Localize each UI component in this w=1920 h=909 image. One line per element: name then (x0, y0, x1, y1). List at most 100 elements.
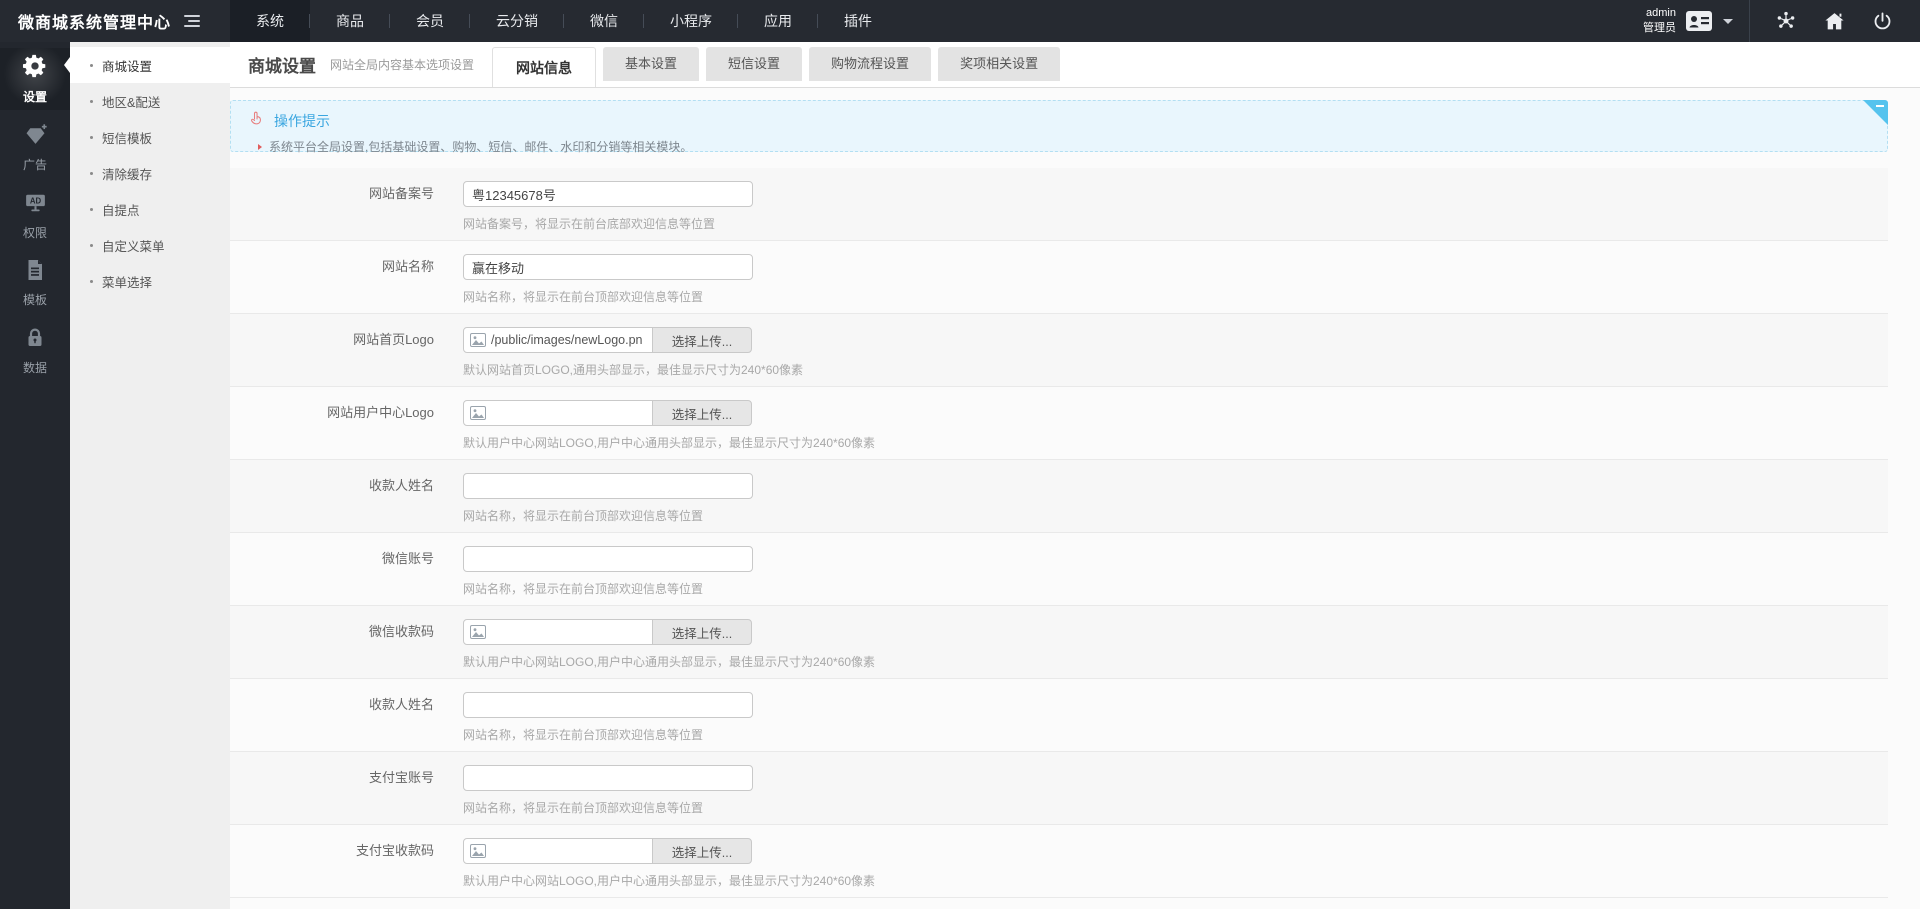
form-row: 网站备案号网站备案号，将显示在前台底部欢迎信息等位置 (230, 168, 1888, 241)
sidebar-rail: 设置 广告 AD 权限 模板 数据 (0, 42, 70, 909)
text-input[interactable] (463, 254, 753, 280)
page-title: 商城设置 (248, 52, 316, 77)
main-area: 商城设置 网站全局内容基本选项设置 网站信息 基本设置 短信设置 购物流程设置 … (230, 42, 1920, 909)
app-title: 微商城系统管理中心 (18, 9, 171, 33)
tab-shopping-flow-settings[interactable]: 购物流程设置 (809, 47, 931, 81)
field-area: 选择上传... 默认用户中心网站LOGO,用户中心通用头部显示，最佳显示尺寸为24… (463, 838, 1888, 897)
field-label: 支付宝账号 (230, 765, 463, 824)
image-icon (470, 406, 486, 420)
tab-prize-settings[interactable]: 奖项相关设置 (938, 47, 1060, 81)
field-label: 网站备案号 (230, 181, 463, 240)
text-input[interactable] (463, 473, 753, 499)
network-icon[interactable] (1775, 10, 1797, 32)
user-role: 管理员 (1643, 21, 1676, 36)
field-hint: 网站备案号，将显示在前台底部欢迎信息等位置 (463, 215, 1888, 232)
upload-button[interactable]: 选择上传... (652, 327, 752, 353)
upload-filename-input[interactable] (491, 406, 646, 420)
field-area: 网站名称，将显示在前台顶部欢迎信息等位置 (463, 765, 1888, 824)
submenu-item-menu-select[interactable]: 菜单选择 (70, 263, 230, 299)
topnav-item-apps[interactable]: 应用 (738, 0, 818, 42)
topbar-right: admin 管理员 (1643, 0, 1920, 42)
submenu-label: 商城设置 (102, 56, 152, 75)
topnav-item-cloud-distribution[interactable]: 云分销 (470, 0, 564, 42)
module-data[interactable]: 数据 (0, 320, 70, 382)
bullet-dot (90, 244, 93, 247)
module-label: 权限 (23, 224, 47, 241)
page-content: 操作提示 系统平台全局设置,包括基础设置、购物、短信、邮件、水印和分销等相关模块… (230, 88, 1920, 909)
module-ads[interactable]: 广告 (0, 116, 70, 178)
submenu-item-mall-settings[interactable]: 商城设置 (70, 47, 230, 83)
upload-button[interactable]: 选择上传... (652, 838, 752, 864)
field-label: 微信账号 (230, 546, 463, 605)
tab-sms-settings[interactable]: 短信设置 (706, 47, 802, 81)
field-label: 支付宝收款码 (230, 838, 463, 897)
power-icon[interactable] (1872, 11, 1893, 32)
lock-icon (23, 326, 47, 355)
upload-filename-input[interactable] (491, 625, 646, 639)
form-rows: 网站备案号网站备案号，将显示在前台底部欢迎信息等位置网站名称网站名称，将显示在前… (230, 168, 1888, 898)
field-hint: 默认网站首页LOGO,通用头部显示，最佳显示尺寸为240*60像素 (463, 361, 1888, 378)
bullet-dot (90, 100, 93, 103)
upload-filename-input[interactable] (491, 844, 646, 858)
profile-card-icon[interactable] (1685, 10, 1713, 32)
submenu-item-custom-menu[interactable]: 自定义菜单 (70, 227, 230, 263)
collapse-menu-icon[interactable] (184, 15, 200, 27)
image-icon (470, 625, 486, 639)
text-input[interactable] (463, 546, 753, 572)
field-hint: 默认用户中心网站LOGO,用户中心通用头部显示，最佳显示尺寸为240*60像素 (463, 872, 1888, 889)
upload-filename-field[interactable] (463, 327, 653, 353)
topnav-item-members[interactable]: 会员 (390, 0, 470, 42)
form-row: 收款人姓名网站名称，将显示在前台顶部欢迎信息等位置 (230, 460, 1888, 533)
document-icon (23, 258, 47, 287)
text-input[interactable] (463, 181, 753, 207)
module-label: 广告 (23, 156, 47, 173)
form-row: 支付宝收款码 选择上传... 默认用户中心网站LOGO,用户中心通用头部显示，最佳显… (230, 825, 1888, 898)
page-subtitle: 网站全局内容基本选项设置 (330, 56, 474, 73)
submenu-item-clear-cache[interactable]: 清除缓存 (70, 155, 230, 191)
upload-button[interactable]: 选择上传... (652, 400, 752, 426)
submenu-label: 清除缓存 (102, 164, 152, 183)
submenu-item-region-delivery[interactable]: 地区&配送 (70, 83, 230, 119)
tab-basic-settings[interactable]: 基本设置 (603, 47, 699, 81)
caret-down-icon[interactable] (1723, 19, 1733, 24)
topnav-item-goods[interactable]: 商品 (310, 0, 390, 42)
upload-filename-input[interactable] (491, 333, 646, 347)
text-input[interactable] (463, 765, 753, 791)
tab-bar: 网站信息 基本设置 短信设置 购物流程设置 奖项相关设置 (492, 47, 1060, 87)
field-area: 选择上传...默认用户中心网站LOGO,用户中心通用头部显示，最佳显示尺寸为24… (463, 400, 1888, 459)
topnav-item-system[interactable]: 系统 (230, 0, 310, 42)
module-templates[interactable]: 模板 (0, 252, 70, 314)
form-row: 网站首页Logo选择上传...默认网站首页LOGO,通用头部显示，最佳显示尺寸为… (230, 314, 1888, 387)
image-icon (470, 844, 486, 858)
bullet-dot (90, 136, 93, 139)
topnav-item-plugins[interactable]: 插件 (818, 0, 898, 42)
upload-filename-field[interactable] (463, 400, 653, 426)
bullet-arrow-icon (258, 144, 262, 150)
field-area: 网站备案号，将显示在前台底部欢迎信息等位置 (463, 181, 1888, 240)
sidebar-submenu: 商城设置 地区&配送 短信模板 清除缓存 自提点 自定义菜单 菜单选择 (70, 42, 230, 909)
topnav-item-mini-program[interactable]: 小程序 (644, 0, 738, 42)
upload-filename-field[interactable] (463, 838, 653, 864)
top-nav: 系统 商品 会员 云分销 微信 小程序 应用 插件 (230, 0, 898, 42)
submenu-item-pickup-point[interactable]: 自提点 (70, 191, 230, 227)
text-input[interactable] (463, 692, 753, 718)
active-notch (64, 57, 70, 73)
upload-button[interactable]: 选择上传... (652, 619, 752, 645)
upload-filename-field[interactable] (463, 619, 653, 645)
tab-site-info[interactable]: 网站信息 (492, 47, 596, 87)
brand: 微商城系统管理中心 (0, 0, 230, 42)
submenu-item-sms-template[interactable]: 短信模板 (70, 119, 230, 155)
field-label: 收款人姓名 (230, 692, 463, 751)
notice-body-row: 系统平台全局设置,包括基础设置、购物、短信、邮件、水印和分销等相关模块。 (247, 138, 1871, 155)
bullet-dot (90, 280, 93, 283)
bullet-dot (90, 208, 93, 211)
field-hint: 网站名称，将显示在前台顶部欢迎信息等位置 (463, 288, 1888, 305)
module-settings[interactable]: 设置 (0, 48, 70, 110)
topnav-item-wechat[interactable]: 微信 (564, 0, 644, 42)
field-area: 网站名称，将显示在前台顶部欢迎信息等位置 (463, 254, 1888, 313)
upload-control: 选择上传... (463, 619, 753, 645)
field-area: 选择上传...默认用户中心网站LOGO,用户中心通用头部显示，最佳显示尺寸为24… (463, 619, 1888, 678)
module-permissions[interactable]: AD 权限 (0, 184, 70, 246)
submenu-label: 短信模板 (102, 128, 152, 147)
home-icon[interactable] (1823, 10, 1846, 33)
